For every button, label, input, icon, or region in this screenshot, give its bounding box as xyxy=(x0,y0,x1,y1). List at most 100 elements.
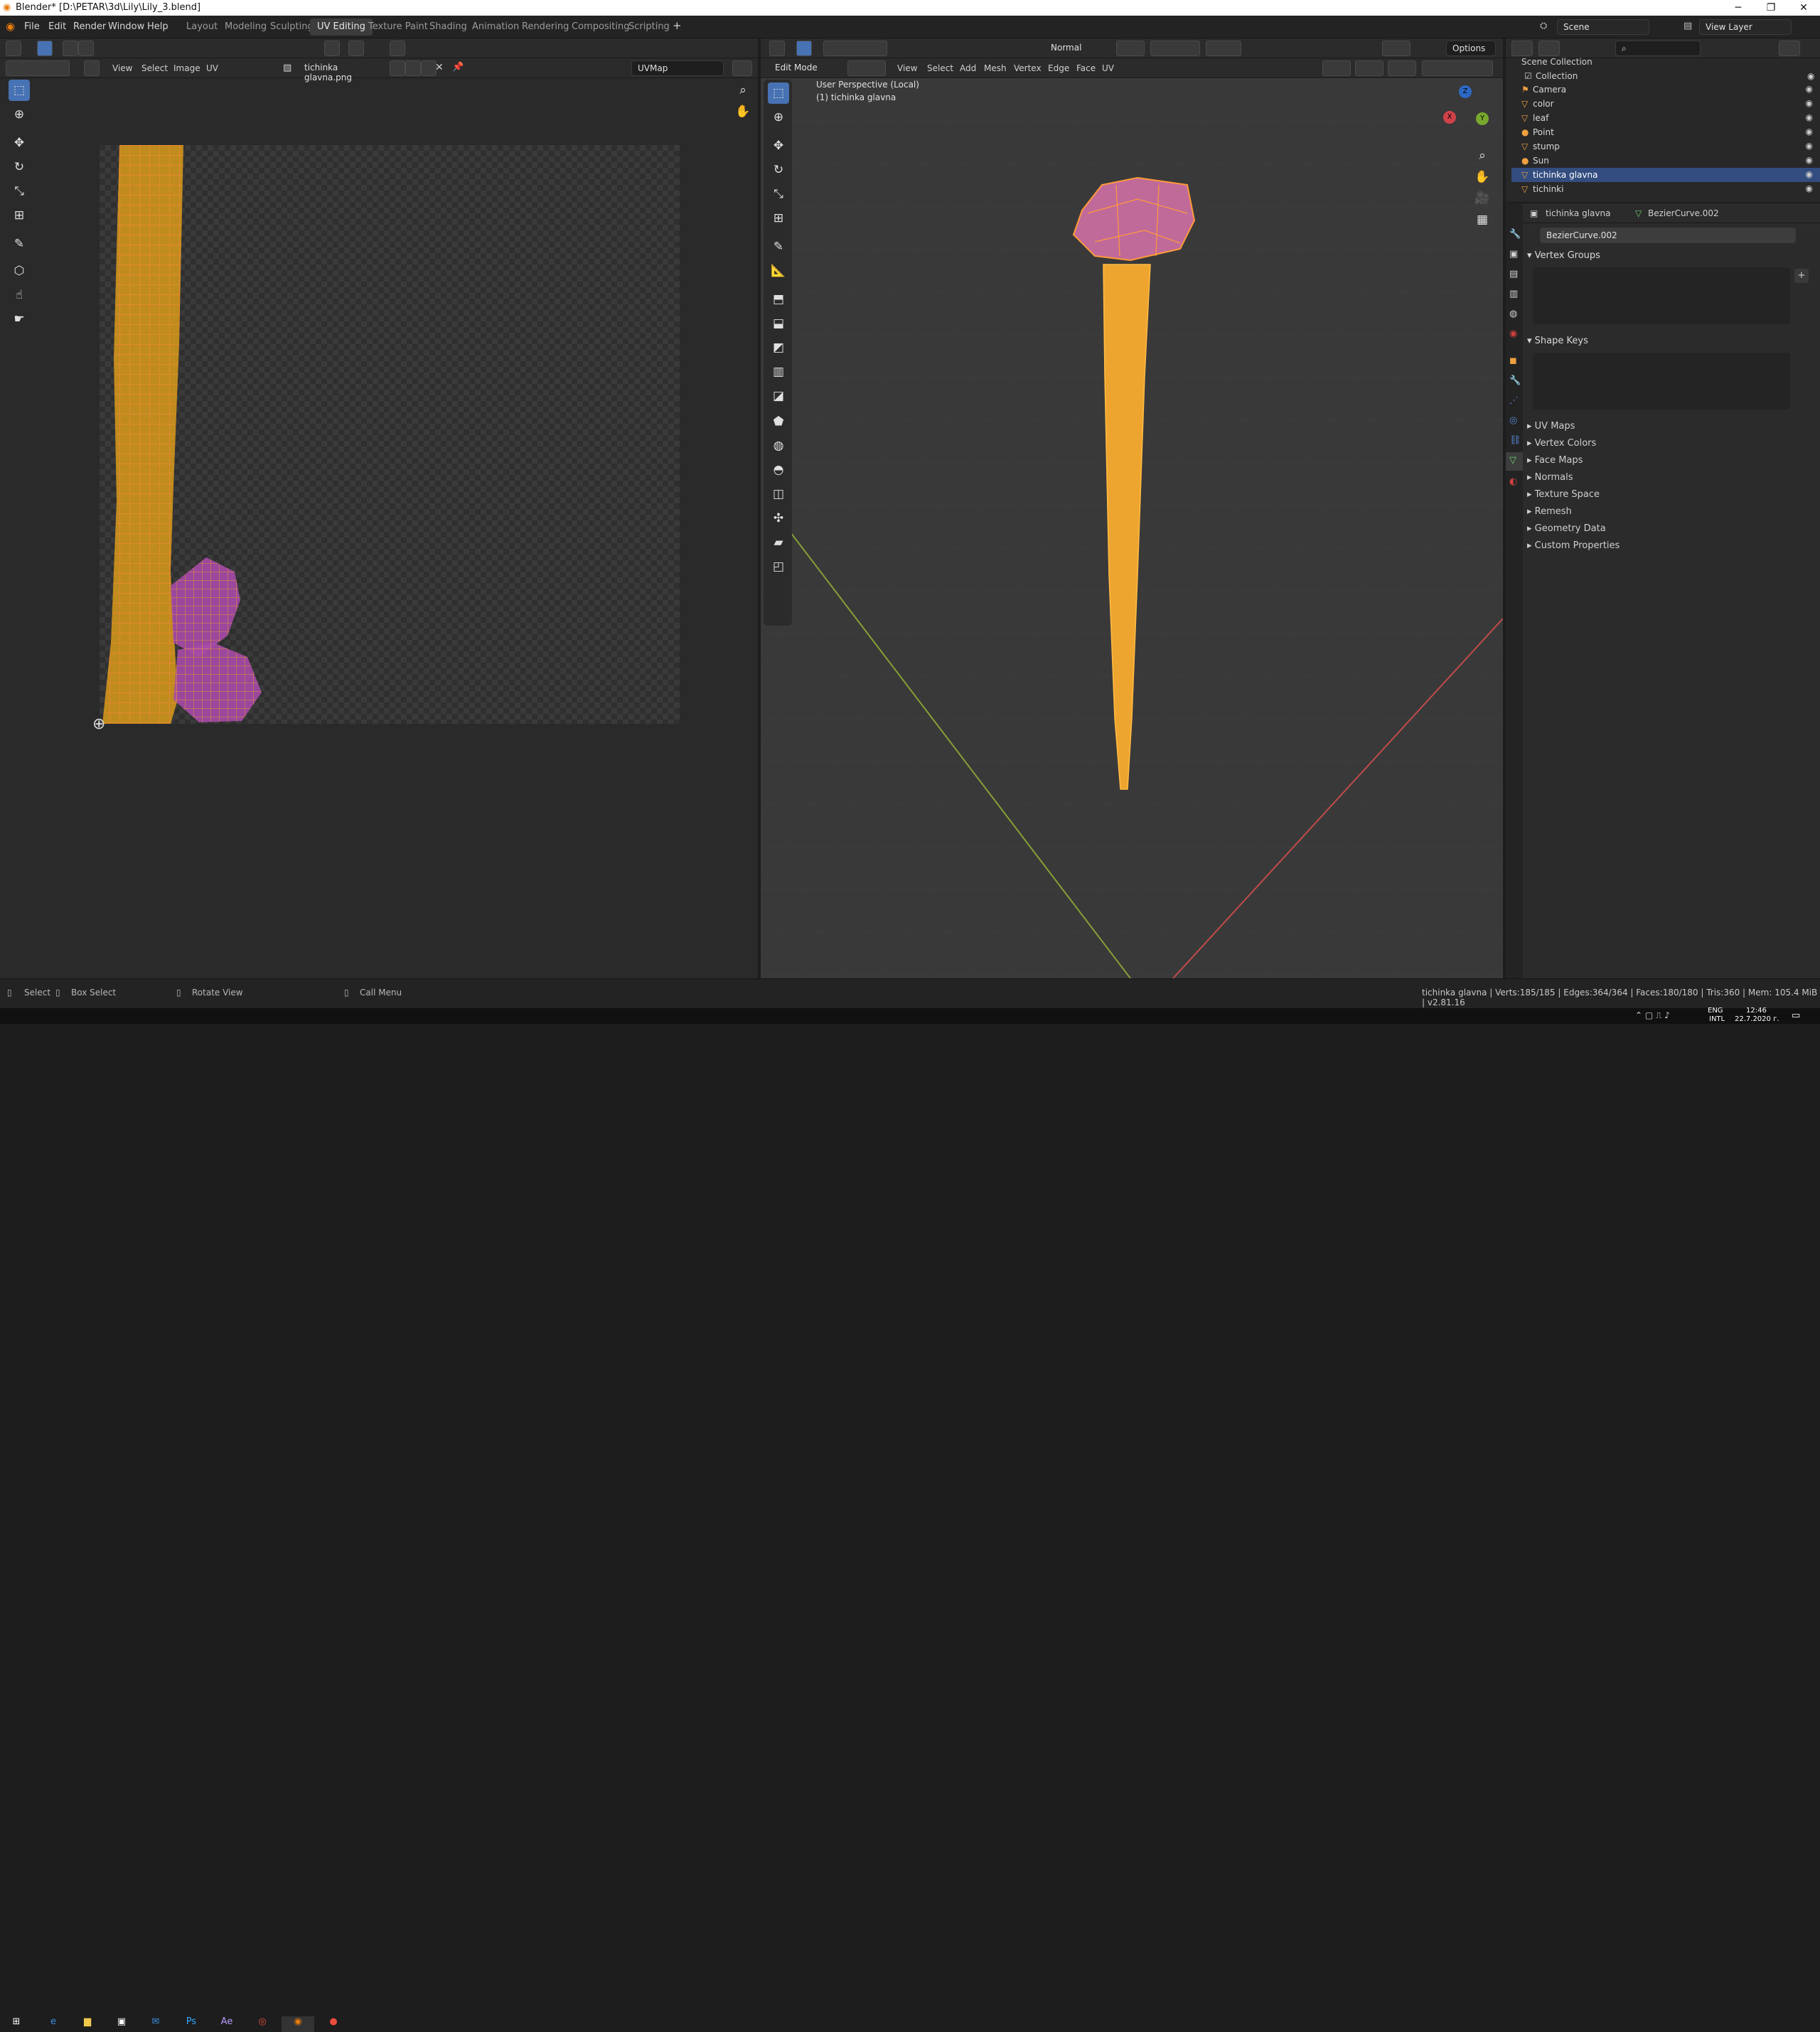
vp-move-tool[interactable]: ✥ xyxy=(768,135,789,156)
vp-scale-tool[interactable]: ⤡ xyxy=(768,183,789,205)
visibility-toggle[interactable] xyxy=(1322,60,1351,76)
constraints-tab-icon[interactable]: ⛓ xyxy=(1509,435,1521,446)
zoom-view-icon[interactable]: ⌕ xyxy=(1472,145,1493,166)
store-icon[interactable]: ▣ xyxy=(105,2016,138,2032)
snap-button[interactable] xyxy=(348,41,364,56)
chat-app-icon[interactable]: ● xyxy=(317,2016,350,2032)
outliner-item-tichinki[interactable]: ▽ tichinki ◉ xyxy=(1511,182,1820,196)
uv-vertex-mode[interactable] xyxy=(63,41,78,56)
close-button[interactable]: ✕ xyxy=(1787,0,1820,16)
eye-icon[interactable]: ◉ xyxy=(1806,112,1813,122)
vp-cursor-tool[interactable]: ⊕ xyxy=(768,107,789,128)
eye-icon[interactable]: ◉ xyxy=(1806,98,1813,108)
tool-tab-icon[interactable]: 🔧 xyxy=(1509,229,1521,240)
pan-icon[interactable]: ✋ xyxy=(732,101,754,122)
collection-label[interactable]: Collection xyxy=(1536,71,1578,81)
vp-menu-select[interactable]: Select xyxy=(927,63,953,73)
particles-tab-icon[interactable]: ⋰ xyxy=(1509,395,1519,406)
viewport-select-mode[interactable] xyxy=(796,41,812,56)
shading-modes[interactable] xyxy=(1422,60,1493,76)
world-tab-icon[interactable]: ◉ xyxy=(1509,328,1517,339)
collection-checkbox-icon[interactable]: ☑ xyxy=(1524,71,1532,81)
scene-collection-label[interactable]: Scene Collection xyxy=(1521,57,1592,67)
bevel-tool-icon[interactable]: ◩ xyxy=(768,337,789,358)
maximize-button[interactable]: ❐ xyxy=(1755,0,1787,16)
move-tool-icon[interactable]: ✥ xyxy=(9,132,30,154)
extrude-tool-icon[interactable]: ⬒ xyxy=(768,289,789,310)
menu-help[interactable]: Help xyxy=(147,21,168,32)
options-dropdown[interactable]: Options xyxy=(1446,41,1496,56)
physics-tab-icon[interactable]: ◎ xyxy=(1509,415,1517,426)
menu-window[interactable]: Window xyxy=(108,21,144,32)
view-layer-selector[interactable]: View Layer xyxy=(1699,19,1792,35)
start-icon[interactable]: ⊞ xyxy=(0,2016,33,2032)
clock-date[interactable]: 22.7.2020 г. xyxy=(1735,1015,1779,1023)
scale-tool-icon[interactable]: ⤡ xyxy=(9,181,30,202)
image-browse-icon[interactable]: ▧ xyxy=(283,63,291,73)
cursor-tool-icon[interactable]: ⊕ xyxy=(9,104,30,125)
modifier-tab-icon[interactable]: 🔧 xyxy=(1509,375,1521,386)
gizmo-toggle[interactable] xyxy=(1355,60,1383,76)
vp-rotate-tool[interactable]: ↻ xyxy=(768,159,789,181)
render-tab-icon[interactable]: ▣ xyxy=(1509,249,1518,260)
vp-menu-uv[interactable]: UV xyxy=(1102,63,1114,73)
outliner-display-mode[interactable] xyxy=(1538,41,1560,56)
eye-icon[interactable]: ◉ xyxy=(1806,141,1813,151)
outliner-item-sun[interactable]: ● Sun ◉ xyxy=(1511,154,1820,168)
mesh-select-mode[interactable] xyxy=(847,60,886,76)
gizmo-y-axis[interactable]: Y xyxy=(1476,112,1489,125)
rotate-tool-icon[interactable]: ↻ xyxy=(9,156,30,178)
poly-build-tool-icon[interactable]: ⬟ xyxy=(768,411,789,432)
vertex-groups-panel-header[interactable]: ▾ Vertex Groups xyxy=(1527,250,1600,261)
uv-menu-uv[interactable]: UV xyxy=(206,63,218,73)
rip-tool-icon[interactable]: ◰ xyxy=(768,556,789,577)
pan-view-icon[interactable]: ✋ xyxy=(1472,166,1493,188)
image-name-field[interactable]: tichinka glavna.png xyxy=(299,60,384,82)
tray-icons[interactable]: ⌃ ▢ ⎍ ♪ xyxy=(1635,1010,1670,1021)
inset-tool-icon[interactable]: ⬓ xyxy=(768,313,789,334)
shear-tool-icon[interactable]: ▰ xyxy=(768,532,789,553)
uv-menu-image[interactable]: Image xyxy=(173,63,200,73)
smooth-tool-icon[interactable]: ◓ xyxy=(768,459,789,481)
gizmo-z-axis[interactable]: Z xyxy=(1459,85,1472,98)
outliner-item-stump[interactable]: ▽ stump ◉ xyxy=(1511,139,1820,154)
vp-menu-vertex[interactable]: Vertex xyxy=(1014,63,1042,73)
clock-time[interactable]: 12:46 xyxy=(1746,1007,1767,1015)
pin-icon[interactable]: 📌 xyxy=(452,62,464,73)
filter-button[interactable] xyxy=(1779,41,1800,56)
vp-annotate-tool[interactable]: ✎ xyxy=(768,236,789,257)
menu-render[interactable]: Render xyxy=(73,21,106,32)
display-channels-button[interactable] xyxy=(732,60,752,76)
spin-tool-icon[interactable]: ◍ xyxy=(768,435,789,456)
edge-slide-tool-icon[interactable]: ◫ xyxy=(768,483,789,505)
file-explorer-icon[interactable]: ▆ xyxy=(71,2016,104,2032)
scene-selector[interactable]: Scene xyxy=(1557,19,1649,35)
menu-file[interactable]: File xyxy=(24,21,40,32)
navigation-gizmo[interactable]: Z X Y xyxy=(1443,85,1493,135)
snap-group[interactable] xyxy=(1150,41,1200,56)
uv-menu-view[interactable]: View xyxy=(112,63,132,73)
vp-menu-mesh[interactable]: Mesh xyxy=(984,63,1007,73)
outliner-search-input[interactable]: ⌕ xyxy=(1615,41,1701,56)
grab-tool-icon[interactable]: ⬡ xyxy=(9,260,30,282)
uv-canvas[interactable] xyxy=(100,145,682,725)
vp-menu-view[interactable]: View xyxy=(897,63,917,73)
relax-tool-icon[interactable]: ☝ xyxy=(9,284,30,306)
language-indicator-2[interactable]: INTL xyxy=(1709,1015,1725,1023)
shape-keys-panel-header[interactable]: ▾ Shape Keys xyxy=(1527,336,1588,346)
2d-cursor-icon[interactable]: ⊕ xyxy=(92,715,105,733)
zoom-icon[interactable]: ⌕ xyxy=(732,80,754,101)
vp-transform-tool[interactable]: ⊞ xyxy=(768,208,789,229)
view-layer-tab-icon[interactable]: ▥ xyxy=(1509,289,1518,299)
eye-icon[interactable]: ◉ xyxy=(1806,155,1813,165)
image-open[interactable] xyxy=(421,60,437,76)
eye-icon[interactable]: ◉ xyxy=(1806,84,1813,94)
mesh-datablock-field[interactable]: BezierCurve.002 xyxy=(1540,228,1796,243)
gizmo-x-axis[interactable]: X xyxy=(1443,111,1456,124)
outliner-editor-type[interactable] xyxy=(1511,41,1533,56)
vertex-colors-panel-header[interactable]: ▸ Vertex Colors xyxy=(1527,438,1596,449)
uv-sync-button[interactable] xyxy=(84,60,100,76)
outliner-item-tichinka-glavna[interactable]: ▽ tichinka glavna ◉ xyxy=(1511,168,1820,182)
outliner-item-camera[interactable]: ⚑ Camera ◉ xyxy=(1511,82,1820,97)
proportional-group[interactable] xyxy=(1206,41,1241,56)
